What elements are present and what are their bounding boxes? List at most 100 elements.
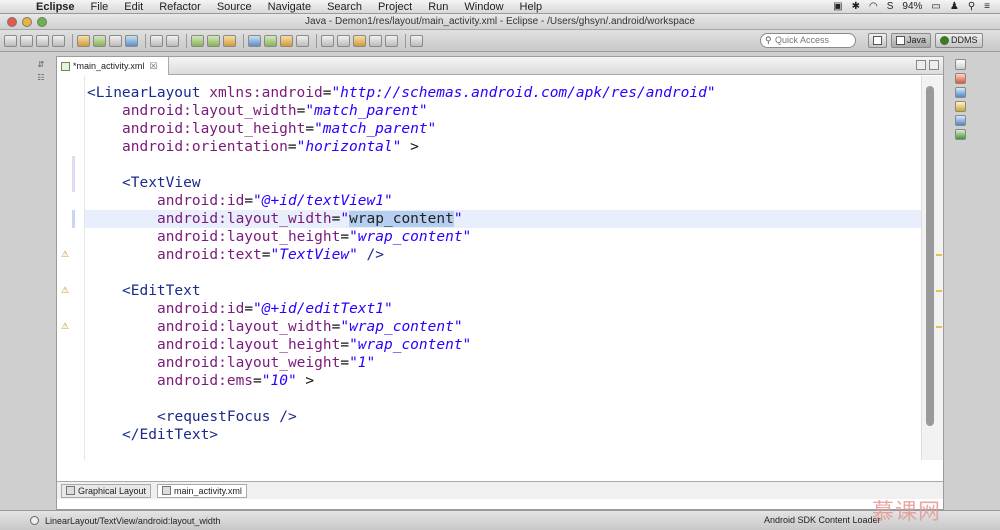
warning-marker-icon[interactable]: ⚠ [61,321,69,332]
perspective-ddms[interactable]: DDMS [935,33,983,48]
overview-warning-marker[interactable] [936,254,942,256]
code-line[interactable]: <requestFocus /> [157,408,297,426]
open-type-icon[interactable] [280,34,293,47]
tab-xml-source[interactable]: main_activity.xml [157,483,247,498]
lint-icon[interactable] [109,34,122,47]
minimize-window-icon[interactable] [22,16,32,27]
next-annotation-icon[interactable] [321,34,334,47]
wifi-icon[interactable]: ◠ [869,1,878,12]
code-line[interactable]: <EditText [122,282,201,300]
skip-breakpoints-icon[interactable] [166,34,179,47]
bluetooth-icon[interactable]: ✱ [852,1,860,12]
code-line[interactable]: android:ems="10" > [157,372,314,390]
code-line[interactable]: android:orientation="horizontal" > [122,138,419,156]
menu-refactor[interactable]: Refactor [151,0,209,14]
code-line[interactable]: android:layout_width="match_parent" [122,102,428,120]
battery-icon[interactable]: ▭ [931,1,940,12]
display-icon[interactable]: S [887,1,894,12]
quick-access-input[interactable]: ⚲ Quick Access [760,33,856,48]
code-line[interactable]: <LinearLayout xmlns:android="http://sche… [87,84,716,102]
restore-view-icon[interactable]: ⇵ [36,60,47,69]
restore-right-view-icon[interactable] [954,59,966,70]
menu-file[interactable]: File [83,0,117,14]
search-toolbar-icon[interactable] [296,34,309,47]
code-line[interactable]: android:id="@+id/editText1" [157,300,393,318]
code-line[interactable]: android:layout_height="wrap_content" [157,336,471,354]
properties-view-icon[interactable] [954,87,966,98]
warning-marker-icon[interactable]: ⚠ [61,249,69,260]
code-line[interactable]: android:layout_width="wrap_content" [157,210,463,228]
tab-graphical-layout[interactable]: Graphical Layout [61,483,152,498]
new-package-icon[interactable] [264,34,277,47]
code-area[interactable]: <LinearLayout xmlns:android = "http://sche… [85,76,921,460]
vertical-scrollbar[interactable] [921,76,943,460]
open-perspective-button[interactable] [868,33,887,48]
warning-marker-icon[interactable]: ⚠ [61,285,69,296]
forward-icon[interactable] [385,34,398,47]
debug-icon[interactable] [191,34,204,47]
perspective-java[interactable]: Java [891,33,932,48]
editor-bottom-tabs: Graphical Layout main_activity.xml [57,481,943,499]
android-sdk-icon[interactable] [77,34,90,47]
new-android-project-icon[interactable] [125,34,138,47]
code-line[interactable]: <TextView [122,174,201,192]
code-line[interactable]: android:layout_width="wrap_content" [157,318,463,336]
code-line[interactable]: android:id="@+id/textView1" [157,192,393,210]
overview-warning-marker[interactable] [936,290,942,292]
menu-search[interactable]: Search [319,0,370,14]
minimize-editor-icon[interactable] [916,60,926,70]
code-token: = [340,229,350,245]
code-line[interactable]: </EditText> [122,426,218,444]
code-token: "match_parent" [305,103,428,119]
code-line[interactable]: android:layout_height="match_parent" [122,120,436,138]
menu-project[interactable]: Project [370,0,420,14]
previous-annotation-icon[interactable] [337,34,350,47]
save-icon[interactable] [20,34,33,47]
battery-percent[interactable]: 94% [902,1,922,12]
close-window-icon[interactable] [7,16,17,27]
scrollbar-thumb[interactable] [926,86,934,426]
spotlight-icon[interactable]: ⚲ [968,1,975,12]
package-explorer-icon[interactable]: ☷ [36,73,47,82]
code-token: "wrap_content" [349,229,472,245]
user-icon[interactable]: ♟ [950,1,959,12]
console-view-icon[interactable] [954,115,966,126]
back-icon[interactable] [369,34,382,47]
save-all-icon[interactable] [36,34,49,47]
code-line[interactable]: android:layout_weight="1" [157,354,375,372]
menu-source[interactable]: Source [209,0,260,14]
new-icon[interactable] [4,34,17,47]
menu-eclipse[interactable]: Eclipse [28,0,83,14]
close-tab-icon[interactable]: ☒ [149,61,157,72]
avd-manager-icon[interactable] [93,34,106,47]
last-edit-icon[interactable] [353,34,366,47]
outline-view-icon[interactable] [954,73,966,84]
run-icon[interactable] [207,34,220,47]
code-token: "wrap_content" [340,319,463,335]
logcat-view-icon[interactable] [954,129,966,140]
external-tools-icon[interactable] [223,34,236,47]
pin-editor-icon[interactable] [410,34,423,47]
checklist-icon[interactable] [150,34,163,47]
quick-diff-bar [72,156,75,192]
code-token: android:layout_weight [157,355,341,371]
menu-run[interactable]: Run [420,0,456,14]
code-token: <requestFocus /> [157,409,297,425]
menu-edit[interactable]: Edit [116,0,151,14]
maximize-editor-icon[interactable] [929,60,939,70]
problems-view-icon[interactable] [954,101,966,112]
overview-warning-marker[interactable] [936,326,942,328]
menu-window[interactable]: Window [456,0,511,14]
menu-help[interactable]: Help [512,0,551,14]
code-line[interactable]: android:layout_height="wrap_content" [157,228,471,246]
code-token: android:layout_width [157,319,332,335]
zoom-window-icon[interactable] [37,16,47,27]
notification-center-icon[interactable]: ≡ [984,1,990,12]
print-icon[interactable] [52,34,65,47]
menu-navigate[interactable]: Navigate [260,0,319,14]
editor-tab-main-activity[interactable]: *main_activity.xml ☒ [57,57,169,75]
code-line[interactable]: android:text="TextView" /> [157,246,384,264]
camera-icon[interactable]: ▣ [833,1,842,12]
new-java-class-icon[interactable] [248,34,261,47]
status-progress-label: Android SDK Content Loader [764,515,881,525]
